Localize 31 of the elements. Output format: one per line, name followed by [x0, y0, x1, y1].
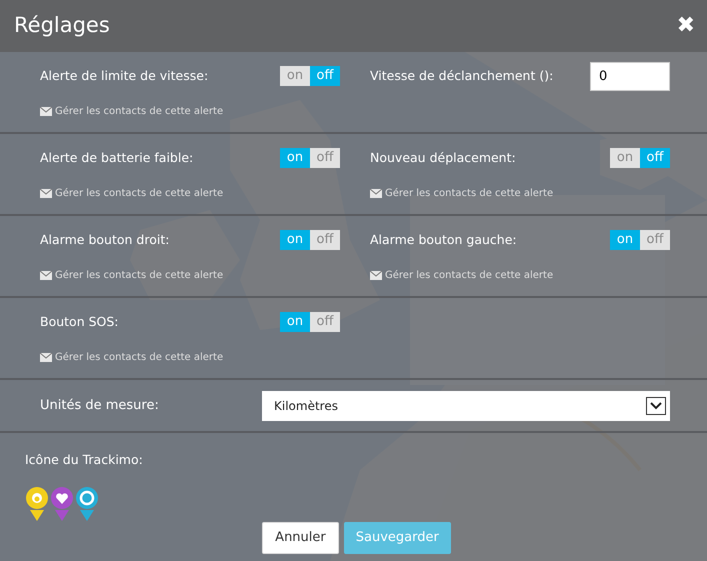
field-label: Alerte de limite de vitesse: [40, 66, 208, 85]
caret-icon [646, 396, 666, 414]
envelope-icon [40, 271, 52, 280]
field-label: Nouveau déplacement: [370, 148, 516, 167]
heart-pin-icon[interactable] [50, 486, 74, 522]
manage-contacts-link[interactable]: Gérer les contacts de cette alerte [40, 350, 224, 365]
save-button[interactable]: Sauvegarder [344, 522, 451, 554]
manage-contacts-link[interactable]: Gérer les contacts de cette alerte [40, 186, 224, 201]
close-button[interactable]: ✖ [676, 15, 695, 37]
ring-pin-icon[interactable] [75, 486, 99, 522]
field-label: Alarme bouton droit: [40, 230, 170, 249]
field-label: Bouton SOS: [40, 312, 119, 331]
envelope-icon [40, 353, 52, 362]
manage-contacts-link[interactable]: Gérer les contacts de cette alerte [370, 186, 554, 201]
envelope-icon [370, 271, 382, 280]
section-label: Icône du Trackimo: [25, 451, 144, 469]
envelope-icon [40, 107, 52, 116]
field-label: Alarme bouton gauche: [370, 230, 517, 249]
field-label: Alerte de batterie faible: [40, 148, 194, 167]
field-label: Vitesse de déclanchement (): [370, 66, 554, 85]
manage-contacts-link[interactable]: Gérer les contacts de cette alerte [40, 268, 224, 283]
number-field[interactable]: 0 [590, 62, 670, 90]
manage-contacts-link[interactable]: Gérer les contacts de cette alerte [40, 104, 224, 119]
units-dropdown[interactable]: Kilomètres [262, 390, 670, 420]
field-label: Unités de mesure: [40, 396, 160, 415]
modal-title: Réglages [14, 12, 110, 40]
envelope-icon [370, 189, 382, 198]
envelope-icon [40, 189, 52, 198]
paw-pin-icon[interactable] [25, 486, 49, 522]
cancel-button[interactable]: Annuler [262, 522, 339, 554]
manage-contacts-link[interactable]: Gérer les contacts de cette alerte [370, 268, 554, 283]
